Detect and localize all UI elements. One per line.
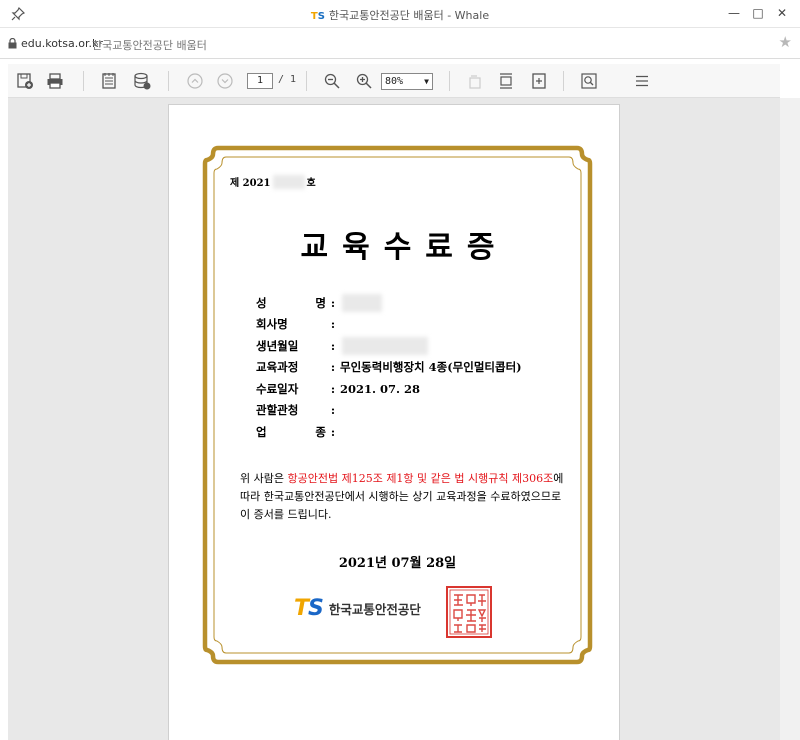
window-title-text: 한국교통안전공단 배움터 - Whale [328, 9, 490, 22]
field-authority: 관할관청: [256, 403, 336, 418]
page-name: 한국교통안전공단 배움터 [92, 39, 207, 52]
zoom-out-icon[interactable] [321, 70, 343, 92]
field-name: 성 명: [256, 292, 522, 314]
issue-date: 2021년 07월 28일 [338, 556, 457, 571]
field-label: 교육과정 [256, 360, 299, 375]
redacted-value [342, 293, 382, 312]
find-icon[interactable] [578, 70, 600, 92]
field-company: 회사명: [256, 317, 336, 332]
field-label: 성 명 [256, 295, 326, 310]
url-text[interactable]: edu.kotsa.or.kr [21, 37, 103, 50]
chevron-down-icon: ▼ [424, 77, 429, 86]
bookmark-star-icon[interactable]: ★ [779, 33, 792, 51]
lock-icon [8, 38, 17, 49]
page-number-input[interactable]: 1 [247, 73, 273, 89]
fit-height-icon[interactable] [495, 70, 517, 92]
zoom-in-icon[interactable] [353, 70, 375, 92]
database-icon[interactable] [131, 70, 153, 92]
field-label: 생년월일 [256, 338, 299, 353]
certificate-number: 제 2021 호 [230, 174, 316, 189]
scrollbar[interactable] [780, 98, 800, 740]
menu-icon[interactable] [631, 70, 653, 92]
field-birthdate: 생년월일: [256, 335, 522, 357]
official-seal-icon [446, 586, 492, 638]
field-completion-date: 수료일자: 2021. 07. 28 [256, 381, 421, 396]
minimize-button[interactable]: — [722, 3, 746, 23]
print-icon[interactable] [44, 70, 66, 92]
page-total: / 1 [278, 74, 297, 85]
ts-logo-icon: TS [294, 596, 324, 621]
pdf-toolbar: 1 / 1 80% ▼ [8, 64, 780, 98]
field-label: 업 종 [256, 424, 326, 439]
field-label: 회사명 [256, 317, 288, 332]
next-page-icon[interactable] [214, 70, 236, 92]
notes-icon[interactable] [98, 70, 120, 92]
maximize-button[interactable]: □ [746, 3, 770, 23]
field-label: 관할관청 [256, 403, 299, 418]
field-industry: 업 종: [256, 424, 336, 439]
close-button[interactable]: ✕ [770, 3, 794, 23]
field-label: 수료일자 [256, 381, 299, 396]
certificate-title: 교육수료증 [300, 230, 509, 265]
redacted-value [342, 336, 428, 355]
previous-page-icon[interactable] [184, 70, 206, 92]
issuer-name: 한국교통안전공단 [328, 602, 421, 617]
address-bar: edu.kotsa.or.kr 한국교통안전공단 배움터 ★ [0, 28, 800, 59]
site-logo-icon: TS [310, 11, 325, 22]
redacted-number [272, 175, 305, 189]
zoom-select[interactable]: 80% ▼ [381, 73, 433, 90]
field-course: 교육과정: 무인동력비행장치 4종(무인멀티콥터) [256, 360, 522, 375]
certificate-fields: 성 명: 회사명: 생년월일: 교육과정: 무인동력비행장치 4종(무인멀티콥터… [256, 292, 522, 443]
save-icon[interactable] [14, 70, 36, 92]
window-title: TS 한국교통안전공단 배움터 - Whale [0, 7, 800, 23]
rotate-icon[interactable] [464, 70, 486, 92]
fit-page-icon[interactable] [528, 70, 550, 92]
issuer-logo: TS 한국교통안전공단 [294, 596, 421, 621]
certificate: 제 2021 호 교육수료증 성 명: 회사명: 생년월일: 교육과정: 무인동력… [202, 144, 593, 666]
certificate-body: 위 사람은 항공안전법 제125조 제1항 및 같은 법 시행규칙 제306조에… [240, 472, 564, 521]
field-value: 무인동력비행장치 4종(무인멀티콥터) [340, 360, 522, 375]
field-value: 2021. 07. 28 [340, 381, 421, 396]
title-bar: TS 한국교통안전공단 배움터 - Whale — □ ✕ [0, 0, 800, 28]
